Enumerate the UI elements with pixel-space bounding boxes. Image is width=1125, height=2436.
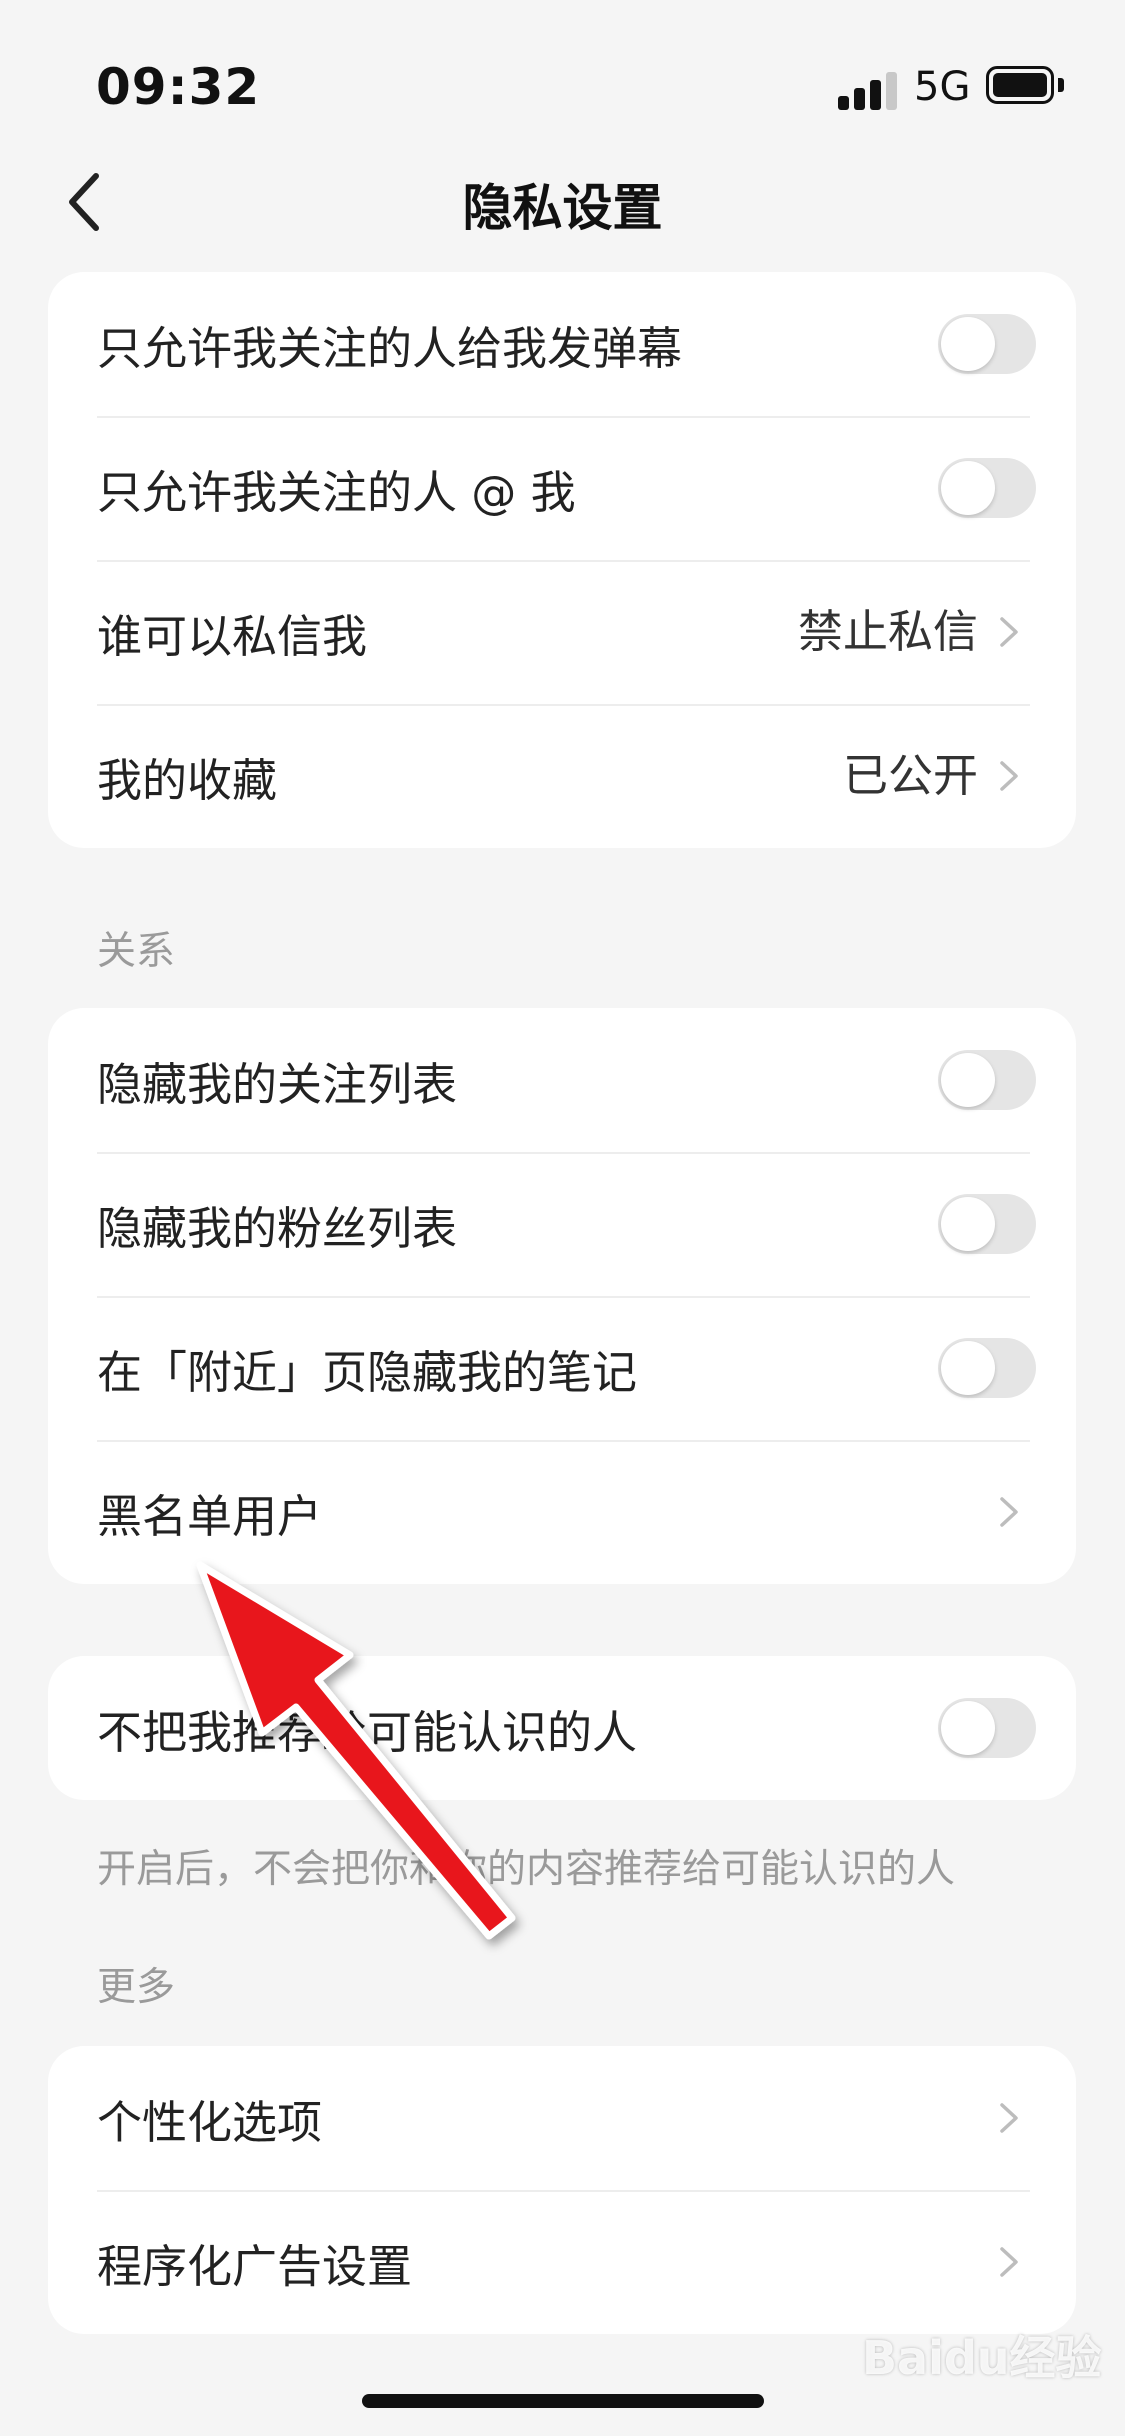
setting-row-danmaku-followed-only: 只允许我关注的人给我发弹幕	[48, 272, 1076, 416]
toggle-knob	[941, 1053, 995, 1107]
toggle-knob	[941, 1197, 995, 1251]
battery-tip	[1058, 78, 1064, 92]
toggle-switch[interactable]	[938, 1698, 1036, 1758]
toggle-switch[interactable]	[938, 1194, 1036, 1254]
setting-row-hide-following: 隐藏我的关注列表	[48, 1008, 1076, 1152]
recommend-note: 开启后，不会把你和你的内容推荐给可能认识的人	[97, 1847, 956, 1892]
setting-label: 只允许我关注的人给我发弹幕	[97, 321, 683, 375]
setting-row-hide-followers: 隐藏我的粉丝列表	[48, 1152, 1076, 1296]
watermark-logo: Baidu经验	[862, 2331, 1102, 2385]
toggle-knob	[941, 461, 995, 515]
toggle-knob	[941, 317, 995, 371]
more-card: 个性化选项 程序化广告设置	[48, 2046, 1076, 2334]
setting-row-my-favorites[interactable]: 我的收藏 已公开	[48, 704, 1076, 848]
chevron-right-icon	[1000, 617, 1018, 647]
section-label-more: 更多	[97, 1965, 176, 2010]
setting-value: 已公开	[842, 749, 978, 802]
setting-label: 隐藏我的粉丝列表	[97, 1201, 458, 1255]
setting-label: 在「附近」页隐藏我的笔记	[97, 1345, 638, 1399]
setting-row-personalization[interactable]: 个性化选项	[48, 2046, 1076, 2190]
toggle-switch[interactable]	[938, 1050, 1036, 1110]
section-label-relations: 关系	[97, 929, 176, 974]
setting-label: 黑名单用户	[97, 1489, 323, 1543]
setting-row-blacklist[interactable]: 黑名单用户	[48, 1440, 1076, 1584]
setting-label: 只允许我关注的人 @ 我	[97, 465, 576, 519]
setting-row-hide-nearby-notes: 在「附近」页隐藏我的笔记	[48, 1296, 1076, 1440]
setting-label: 谁可以私信我	[97, 609, 368, 663]
setting-value: 禁止私信	[797, 605, 978, 658]
toggle-knob	[941, 1701, 995, 1755]
home-indicator	[362, 2394, 764, 2408]
nav-bar: 隐私设置	[0, 140, 1125, 260]
setting-label: 个性化选项	[97, 2095, 323, 2149]
interaction-settings-card: 只允许我关注的人给我发弹幕 只允许我关注的人 @ 我 谁可以私信我 禁止私信 我…	[48, 272, 1076, 848]
page-title: 隐私设置	[462, 179, 663, 237]
chevron-right-icon	[1000, 2103, 1018, 2133]
toggle-knob	[941, 1341, 995, 1395]
setting-row-mention-followed-only: 只允许我关注的人 @ 我	[48, 416, 1076, 560]
toggle-switch[interactable]	[938, 1338, 1036, 1398]
setting-label: 不把我推荐给可能认识的人	[97, 1705, 638, 1759]
network-type: 5G	[914, 64, 971, 110]
setting-label: 我的收藏	[97, 753, 278, 807]
signal-icon	[838, 70, 898, 110]
setting-label: 隐藏我的关注列表	[97, 1057, 458, 1111]
setting-row-no-recommend: 不把我推荐给可能认识的人	[48, 1656, 1076, 1800]
recommend-card: 不把我推荐给可能认识的人	[48, 1656, 1076, 1800]
setting-label: 程序化广告设置	[97, 2239, 413, 2293]
relations-card: 隐藏我的关注列表 隐藏我的粉丝列表 在「附近」页隐藏我的笔记 黑名单用户	[48, 1008, 1076, 1584]
toggle-switch[interactable]	[938, 314, 1036, 374]
setting-row-programmatic-ads[interactable]: 程序化广告设置	[48, 2190, 1076, 2334]
chevron-right-icon	[1000, 1497, 1018, 1527]
setting-row-who-can-message[interactable]: 谁可以私信我 禁止私信	[48, 560, 1076, 704]
battery-icon	[986, 66, 1054, 104]
status-time: 09:32	[96, 58, 261, 116]
chevron-right-icon	[1000, 761, 1018, 791]
chevron-right-icon	[1000, 2247, 1018, 2277]
toggle-switch[interactable]	[938, 458, 1036, 518]
